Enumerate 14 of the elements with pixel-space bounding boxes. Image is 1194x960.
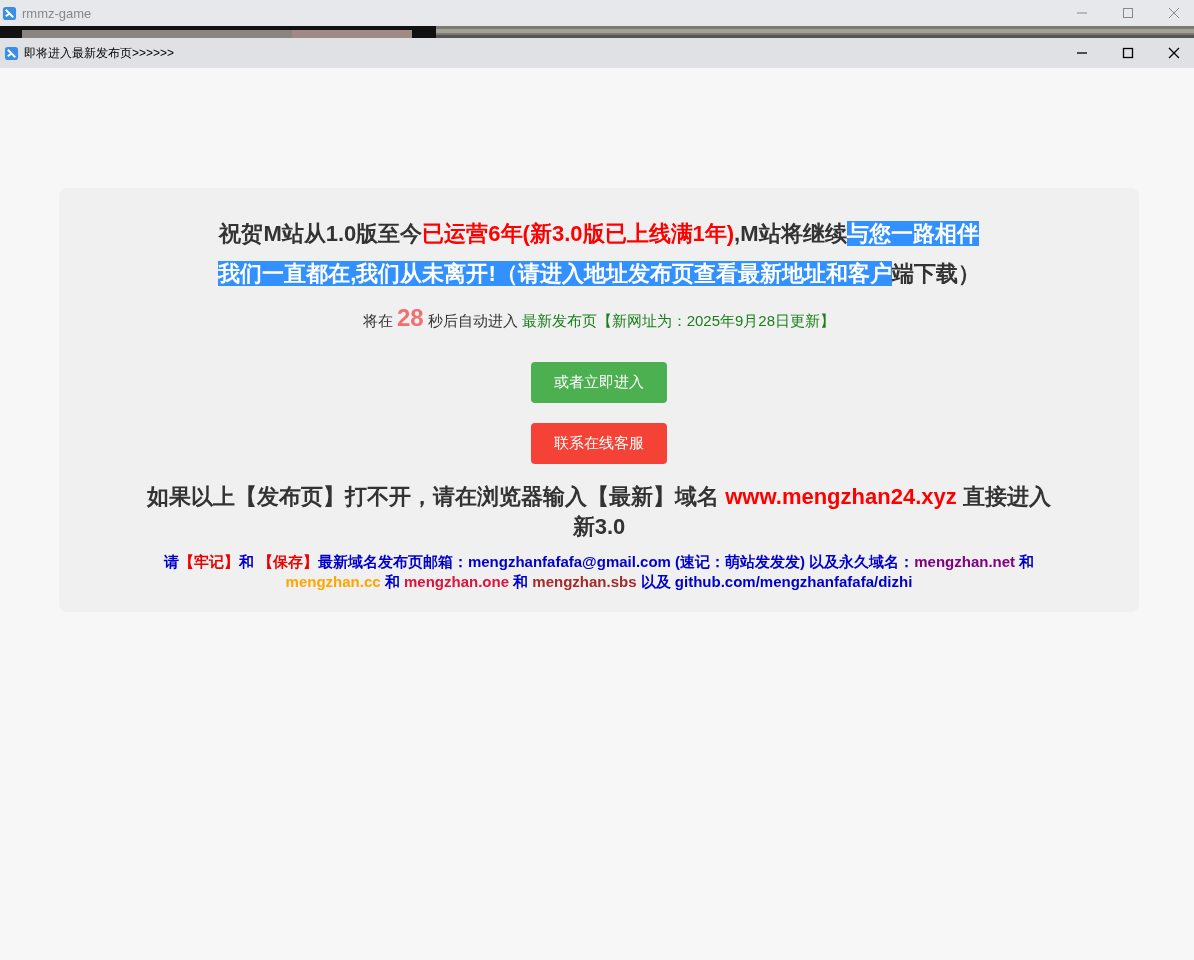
enter-button[interactable]: 或者立即进入 xyxy=(531,362,667,403)
window-title: 即将进入最新发布页>>>>>> xyxy=(24,44,175,62)
countdown-text: 秒后自动进入 xyxy=(427,312,518,331)
release-page-link[interactable]: 最新发布页【新网址为：2025年9月28日更新】 xyxy=(521,312,836,331)
countdown-text: 将在 xyxy=(362,312,393,331)
app-icon xyxy=(2,5,17,21)
countdown-number: 28 xyxy=(396,304,424,332)
window-title: rmmz-game xyxy=(22,5,92,21)
maximize-icon[interactable] xyxy=(1122,47,1134,59)
close-icon[interactable] xyxy=(1168,47,1180,59)
domain-notice: 请【牢记】和 【保存】最新域名发布页邮箱：mengzhanfafafa@gmail.com (速记：萌站发发发) 以及永久域名：mengzhan.net 和 mengzhan.cc 和 mengzhan.one 和 mengzhan.sbs 以及 github.com/mengzhanfafafa/dizhi xyxy=(162,552,1036,592)
support-button[interactable]: 联系在线客服 xyxy=(531,423,667,464)
app-icon xyxy=(4,45,19,61)
fallback-notice: 如果以上【发布页】打不开，请在浏览器输入【最新】域名 www.mengzhan24.xyz 直接进入新3.0 xyxy=(146,483,1052,541)
